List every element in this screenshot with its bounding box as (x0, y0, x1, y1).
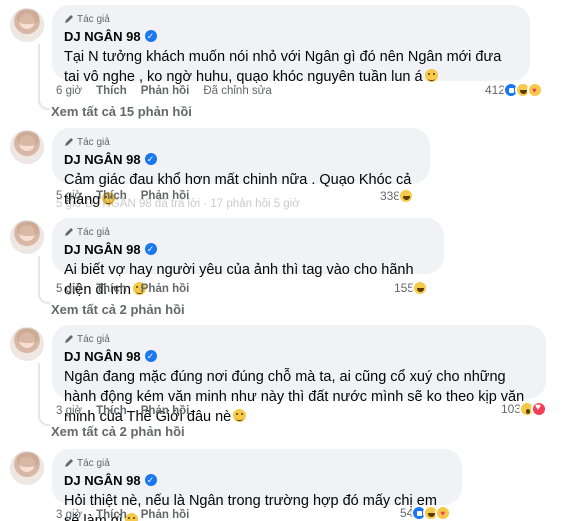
author-pen-icon (65, 138, 73, 146)
comment-bubble: Tác giả DJ NGÂN 98 ✓ Ngân đang mặc đúng … (52, 325, 546, 425)
haha-reaction-icon (398, 188, 415, 204)
author-badge-label: Tác giả (77, 226, 110, 238)
comment-text: Ngân đang mặc đúng nơi đúng chỗ mà ta, a… (64, 367, 534, 427)
comment-time[interactable]: 3 giờ (56, 509, 82, 521)
comment-time[interactable]: 6 giờ (56, 85, 82, 97)
reply-button[interactable]: Phản hồi (141, 405, 190, 417)
comment-actions: 6 giờ Thích Phản hồi Đã chỉnh sửa (56, 84, 272, 98)
comment-bubble: Tác giả DJ NGÂN 98 ✓ Hỏi thiệt nè, nếu l… (52, 449, 462, 521)
avatar[interactable] (10, 220, 44, 254)
like-button[interactable]: Thích (96, 509, 127, 521)
commenter-name[interactable]: DJ NGÂN 98 (64, 349, 141, 364)
emoji-icon (233, 409, 247, 422)
comment-actions: 3 giờ Thích Phản hồi (56, 508, 189, 521)
haha-reaction-icon (412, 280, 429, 296)
commenter-name[interactable]: DJ NGÂN 98 (64, 152, 141, 167)
author-badge: Tác giả (64, 226, 432, 238)
reaction-count: 412 (485, 83, 506, 97)
care-reaction-icon (527, 82, 544, 98)
comment-actions: 5 giờ Thích Phản hồi (56, 282, 189, 296)
reaction-count: 103 (501, 402, 522, 416)
commenter-name[interactable]: DJ NGÂN 98 (64, 29, 141, 44)
comment-text: Tại N tưởng khách muốn nói nhỏ với Ngân … (64, 47, 518, 87)
reply-button[interactable]: Phản hồi (141, 283, 190, 295)
avatar[interactable] (10, 8, 44, 42)
reply-button[interactable]: Phản hồi (141, 85, 190, 97)
comment-bubble: Tác giả DJ NGÂN 98 ✓ Ai biết vợ hay ngườ… (52, 218, 444, 298)
avatar[interactable] (10, 327, 44, 361)
reaction-summary[interactable]: 338 (380, 188, 415, 204)
comment-bubble: Tác giả DJ NGÂN 98 ✓ Cảm giác đau khổ hơ… (52, 128, 430, 208)
like-button[interactable]: Thích (96, 283, 127, 295)
thread-connector (38, 294, 50, 304)
emoji-icon (424, 69, 438, 82)
view-replies-link[interactable]: Xem tất cả 2 phản hồi (51, 424, 185, 440)
verified-badge-icon: ✓ (144, 243, 157, 255)
commenter-name[interactable]: DJ NGÂN 98 (64, 242, 141, 257)
thread-line (38, 363, 40, 418)
thread-connector (38, 416, 50, 426)
reaction-summary[interactable]: 412 (485, 82, 544, 98)
comment-time[interactable]: 3 giờ (56, 405, 82, 417)
comment-actions: 3 giờ Thích Phản hồi (56, 404, 189, 418)
author-badge-label: Tác giả (77, 13, 110, 25)
author-pen-icon (65, 15, 73, 23)
view-replies-link[interactable]: Xem tất cả 15 phản hồi (51, 104, 192, 120)
avatar[interactable] (10, 451, 44, 485)
commenter-name[interactable]: DJ NGÂN 98 (64, 473, 141, 488)
author-badge: Tác giả (64, 136, 418, 148)
edited-label: Đã chỉnh sửa (203, 85, 272, 97)
author-badge: Tác giả (64, 333, 534, 345)
comment-time[interactable]: 5 giờ (56, 283, 82, 295)
verified-badge-icon: ✓ (144, 474, 157, 486)
author-badge-label: Tác giả (77, 457, 110, 469)
author-pen-icon (65, 459, 73, 467)
author-badge-label: Tác giả (77, 136, 110, 148)
reaction-count: 155 (394, 281, 415, 295)
author-badge: Tác giả (64, 457, 450, 469)
author-pen-icon (65, 335, 73, 343)
reaction-summary[interactable]: 103 (501, 401, 548, 417)
verified-badge-icon: ✓ (144, 153, 157, 165)
like-button[interactable]: Thích (96, 85, 127, 97)
reaction-summary[interactable]: 54 (400, 505, 452, 521)
author-pen-icon (65, 228, 73, 236)
verified-badge-icon: ✓ (144, 30, 157, 42)
thread-connector (38, 100, 50, 110)
care-reaction-icon (435, 505, 452, 521)
verified-badge-icon: ✓ (144, 350, 157, 362)
reaction-summary[interactable]: 155 (394, 280, 429, 296)
like-button[interactable]: Thích (96, 405, 127, 417)
view-replies-link[interactable]: Xem tất cả 2 phản hồi (51, 302, 185, 318)
reaction-count: 338 (380, 189, 401, 203)
avatar[interactable] (10, 130, 44, 164)
author-badge: Tác giả (64, 13, 518, 25)
collapsed-reply-preview: 5 giờ DJ NGÂN 98 đã trả lời · 17 phản hồ… (56, 198, 300, 210)
thread-line (38, 256, 40, 296)
thread-line (38, 44, 40, 102)
reply-button[interactable]: Phản hồi (141, 509, 190, 521)
love-reaction-icon (531, 401, 548, 417)
comment-bubble: Tác giả DJ NGÂN 98 ✓ Tại N tưởng khách m… (52, 5, 530, 85)
author-badge-label: Tác giả (77, 333, 110, 345)
